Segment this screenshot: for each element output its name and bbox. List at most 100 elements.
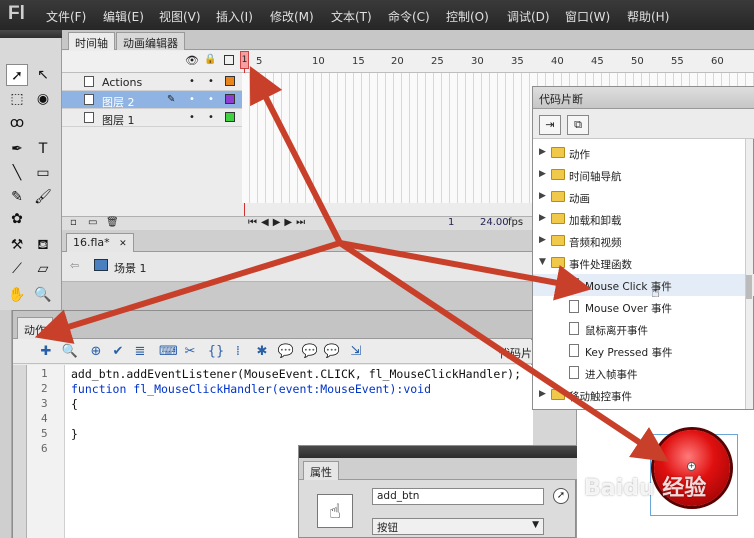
layer-color-swatch[interactable] [225,112,235,122]
add-to-frame-icon[interactable]: ⇥ [539,115,561,135]
layer-row-actions[interactable]: Actions • • [62,73,242,91]
menu-insert[interactable]: 插入(I) [216,8,253,25]
code-hint-icon[interactable]: ⌨ [159,343,178,361]
layer-color-swatch[interactable] [225,76,235,86]
frame-rate[interactable]: 24.00 [480,217,509,228]
expand-arrow-icon[interactable]: ▶ [539,213,546,223]
deco-tool-icon[interactable]: ✿ [6,208,28,230]
collapse-arrow-icon[interactable]: ▼ [539,257,546,267]
visibility-dot[interactable]: • [189,76,195,87]
auto-format-icon[interactable]: ≣ [131,343,149,361]
menu-control[interactable]: 控制(O) [446,8,489,25]
check-syntax-icon[interactable]: ✔ [109,343,127,361]
free-transform-tool-icon[interactable]: ⬚ [6,88,28,110]
eye-icon[interactable]: 👁 [185,54,199,67]
rectangle-tool-icon[interactable]: ▭ [32,162,54,184]
selection-tool-icon[interactable]: ➚ [6,64,28,86]
target-path-icon[interactable]: ⊕ [87,343,105,361]
snippets-scrollbar[interactable] [745,139,753,409]
tab-properties[interactable]: 属性 [303,461,339,480]
menu-help[interactable]: 帮助(H) [627,8,669,25]
expand-arrow-icon[interactable]: ▶ [539,169,546,179]
visibility-dot[interactable]: • [189,112,195,123]
copy-to-clipboard-icon[interactable]: ⧉ [567,115,589,135]
hand-tool-icon[interactable]: ✋ [6,284,28,306]
list-item[interactable]: ▼ 事件处理函数 [533,252,754,274]
delete-layer-icon[interactable]: 🗑 [106,217,119,228]
symbol-type-select[interactable]: 按钮 ▼ [372,518,544,535]
layer-row-layer1[interactable]: 图层 1 • • [62,109,242,127]
expand-arrow-icon[interactable]: ▶ [539,389,546,399]
lock-dot[interactable]: • [208,112,214,123]
list-item[interactable]: ▶ 加载和卸载 [533,208,754,230]
apply-block-comment-icon[interactable]: 💬 [277,343,295,361]
remove-comment-icon[interactable]: 💬 [323,343,341,361]
lock-dot[interactable]: • [208,76,214,87]
add-statement-icon[interactable]: ✚ [37,343,55,361]
3d-rotation-tool-icon[interactable]: ◉ [32,88,54,110]
snippets-scroll-thumb[interactable] [746,275,752,299]
list-item[interactable]: 进入帧事件 [533,362,754,384]
pencil-tool-icon[interactable]: ✎ [6,186,28,208]
collapse-between-braces-icon[interactable]: {} [207,343,225,361]
list-item[interactable]: Key Pressed 事件 [533,340,754,362]
text-tool-icon[interactable]: T [32,138,54,160]
menu-text[interactable]: 文本(T) [331,8,372,25]
subselection-tool-icon[interactable]: ↖ [32,64,54,86]
visibility-dot[interactable]: • [189,94,195,105]
paint-bucket-tool-icon[interactable]: ⛾ [32,234,54,256]
menu-file[interactable]: 文件(F) [46,8,86,25]
layer-color-swatch[interactable] [225,94,235,104]
eyedropper-tool-icon[interactable]: ⟋ [6,258,28,280]
brush-tool-icon[interactable]: 🖌 [32,186,54,208]
expand-arrow-icon[interactable]: ▶ [539,191,546,201]
menu-modify[interactable]: 修改(M) [270,8,314,25]
line-tool-icon[interactable]: ╲ [6,162,28,184]
playback-controls-icon[interactable]: ⏮◀▶▶⏭ [248,217,309,228]
find-icon[interactable]: 🔍 [61,343,79,361]
tab-motion-editor[interactable]: 动画编辑器 [116,32,185,50]
close-icon[interactable]: ✕ [119,239,127,249]
layer-row-layer2[interactable]: 图层 2 ✎ • • [62,91,242,109]
collapse-selection-icon[interactable]: ⁞ [229,343,247,361]
menu-edit[interactable]: 编辑(E) [103,8,144,25]
outline-icon[interactable] [224,55,234,65]
instance-name-input[interactable]: add_btn [372,488,544,505]
eraser-tool-icon[interactable]: ▱ [32,258,54,280]
expand-all-icon[interactable]: ✱ [253,343,271,361]
pen-tool-icon[interactable]: ✒ [6,138,28,160]
menu-debug[interactable]: 调试(D) [507,8,550,25]
lasso-tool-icon[interactable]: ꝏ [6,112,28,134]
list-item[interactable]: Mouse Click 事件 [533,274,754,296]
menu-view[interactable]: 视图(V) [159,8,201,25]
code-snippets-button[interactable]: 代码片 [499,345,532,361]
tab-actions[interactable]: 动作 [17,317,53,339]
zoom-tool-icon[interactable]: 🔍 [32,284,54,306]
document-tab[interactable]: 16.fla* ✕ [66,233,134,252]
bone-tool-icon[interactable]: ⚒ [6,234,28,256]
menu-commands[interactable]: 命令(C) [388,8,430,25]
menu-window[interactable]: 窗口(W) [565,8,610,25]
back-arrow-icon[interactable]: ⇦ [70,259,79,272]
tab-timeline[interactable]: 时间轴 [68,32,115,50]
scene-name[interactable]: 场景 1 [114,260,147,276]
show-toolbox-icon[interactable]: ⇲ [347,343,365,361]
swap-symbol-icon[interactable]: ➚ [553,488,569,504]
playhead[interactable]: 1 [240,51,249,69]
debug-options-icon[interactable]: ✂ [181,343,199,361]
expand-arrow-icon[interactable]: ▶ [539,235,546,245]
list-item[interactable]: ▶ 移动触控事件 [533,384,754,406]
list-item[interactable]: Mouse Over 事件 [533,296,754,318]
list-item[interactable]: ▶ 动作 [533,142,754,164]
expand-arrow-icon[interactable]: ▶ [539,147,546,157]
list-item[interactable]: ▶ 音频和视频 [533,230,754,252]
list-item[interactable]: 鼠标离开事件 [533,318,754,340]
new-layer-icon[interactable]: ▫ [70,217,77,228]
new-folder-icon[interactable]: ▭ [88,217,97,228]
apply-line-comment-icon[interactable]: 💬 [301,343,319,361]
lock-icon[interactable]: 🔒 [204,54,216,65]
chevron-down-icon[interactable]: ▼ [532,520,539,530]
list-item[interactable]: ▶ 时间轴导航 [533,164,754,186]
list-item[interactable]: ▶ 动画 [533,186,754,208]
lock-dot[interactable]: • [208,94,214,105]
